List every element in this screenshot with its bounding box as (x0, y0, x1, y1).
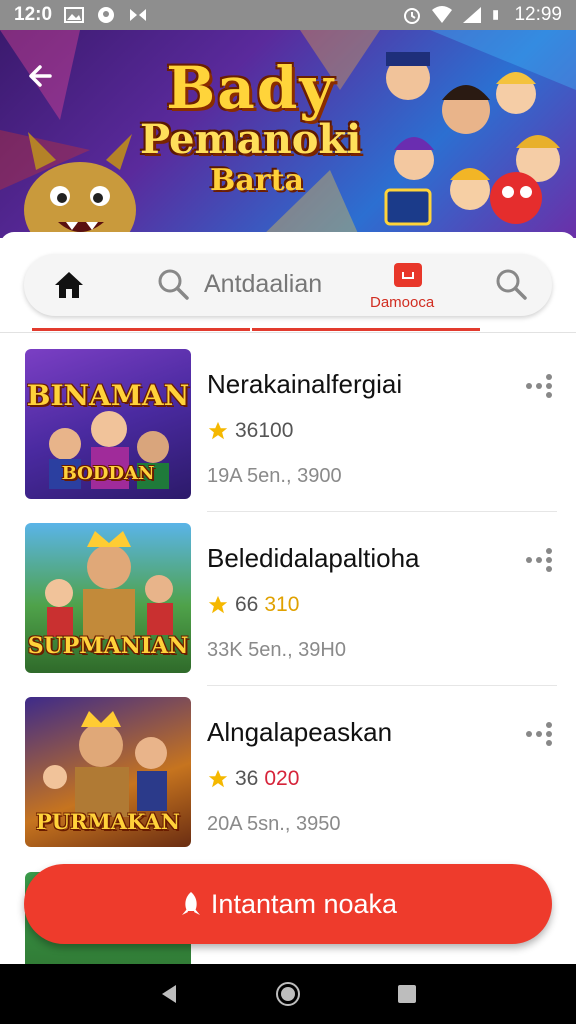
rocket-icon (181, 892, 200, 915)
battery-icon (493, 10, 499, 20)
tab-divider (0, 332, 576, 333)
rating-row: 66 310 (207, 593, 299, 617)
hero-banner: Bady Pemanoki Barta (0, 30, 576, 238)
thumbnail-title: BINAMAN (26, 379, 190, 412)
recents-square-icon[interactable] (396, 983, 418, 1005)
tab-underline-right (252, 328, 480, 331)
image-icon (64, 7, 85, 23)
back-arrow-icon (29, 65, 52, 87)
alarm-icon (404, 8, 421, 24)
status-bar: 12:0 12:99 (0, 0, 576, 30)
list-item[interactable]: SUPMANIAN Beledidalapaltioha 66 310 33K … (0, 523, 576, 697)
location-icon (98, 7, 115, 23)
search-icon[interactable] (494, 267, 528, 301)
search-bar[interactable]: Antdaalian Damooca (24, 254, 552, 316)
more-options-icon[interactable] (524, 373, 554, 399)
list-item[interactable]: PURMAKAN Alngalapeaskan 36 020 20A 5sn.,… (0, 697, 576, 871)
game-thumbnail[interactable]: PURMAKAN (25, 697, 191, 847)
banner-title: Bady Pemanoki Barta (140, 58, 361, 200)
system-nav-bar (0, 964, 576, 1024)
rating-value: 66 (235, 593, 259, 616)
game-thumbnail[interactable]: BINAMAN BODDAN (25, 349, 191, 499)
item-meta: 20A 5sn., 3950 (207, 813, 341, 835)
content-sheet: Antdaalian Damooca BINAMAN BODDAN Neraka… (0, 232, 576, 964)
item-divider (207, 685, 557, 686)
star-icon (208, 595, 228, 614)
more-options-icon[interactable] (524, 547, 554, 573)
status-time-right: 12:99 (514, 4, 562, 25)
back-triangle-icon[interactable] (158, 983, 180, 1005)
signal-icon (463, 7, 482, 23)
rating-value: 36 (235, 767, 259, 790)
hero-characters (384, 52, 560, 226)
star-icon (208, 421, 228, 440)
game-thumbnail[interactable]: SUPMANIAN (25, 523, 191, 673)
rating-value-highlight: 020 (264, 767, 300, 790)
rating-row: 36100 (207, 419, 293, 443)
primary-action-button[interactable]: Intantam noaka (24, 864, 552, 944)
banner-title-line1: Bady (166, 54, 336, 122)
item-title[interactable]: Beledidalapaltioha (207, 543, 420, 574)
item-meta: 19A 5en., 3900 (207, 465, 342, 487)
cast-icon (130, 9, 147, 21)
rating-row: 36 020 (207, 767, 299, 791)
thumbnail-title: PURMAKAN (36, 809, 180, 834)
status-time-left: 12:0 (14, 4, 53, 25)
primary-action-label: Intantam noaka (210, 888, 398, 919)
more-options-icon[interactable] (524, 721, 554, 747)
active-tab-label[interactable]: Damooca (370, 294, 434, 311)
thumbnail-subtitle: BODDAN (61, 463, 155, 484)
tab-underline-left (32, 328, 250, 331)
tab-badge-icon[interactable] (394, 263, 422, 287)
rating-value: 36100 (235, 419, 294, 442)
item-title[interactable]: Alngalapeaskan (207, 717, 392, 748)
mascot-character (24, 132, 136, 238)
banner-title-line2: Pemanoki (140, 116, 362, 163)
star-icon (208, 769, 228, 788)
rating-value-highlight: 310 (264, 593, 300, 616)
search-icon[interactable] (156, 267, 190, 301)
home-icon[interactable] (52, 268, 86, 302)
item-meta: 33K 5en., 39H0 (207, 639, 346, 661)
search-input[interactable]: Antdaalian (204, 270, 322, 299)
back-button[interactable] (20, 56, 60, 96)
home-circle-icon[interactable] (275, 981, 301, 1007)
item-divider (207, 511, 557, 512)
thumbnail-title: SUPMANIAN (27, 633, 189, 659)
item-title[interactable]: Nerakainalfergiai (207, 369, 402, 400)
wifi-icon (432, 6, 453, 23)
list-item[interactable]: BINAMAN BODDAN Nerakainalfergiai 36100 1… (0, 349, 576, 523)
banner-title-line3: Barta (210, 163, 304, 198)
